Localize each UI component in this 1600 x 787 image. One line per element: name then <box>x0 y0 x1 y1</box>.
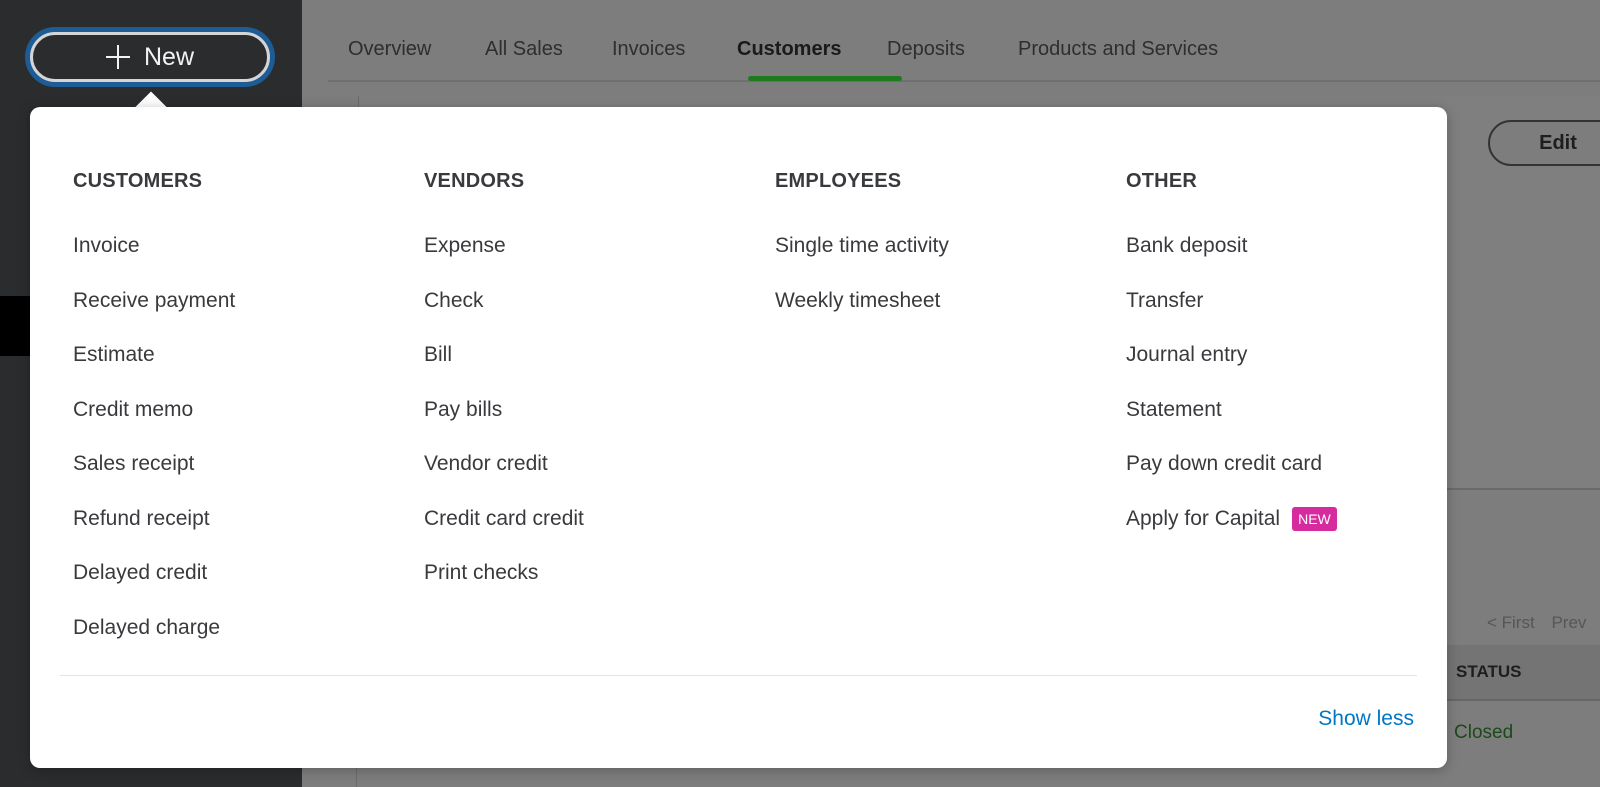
tab-deposits[interactable]: Deposits <box>887 38 965 61</box>
pager-first-link[interactable]: < First <box>1487 613 1535 632</box>
tab-overview[interactable]: Overview <box>348 38 431 61</box>
menu-column-other: OTHER Bank deposit Transfer Journal entr… <box>1126 165 1456 546</box>
menu-item-print-checks[interactable]: Print checks <box>424 546 754 601</box>
status-cell: Closed <box>1454 722 1514 743</box>
menu-column-employees: EMPLOYEES Single time activity Weekly ti… <box>775 165 1105 328</box>
menu-divider <box>60 675 1417 676</box>
menu-item-bill[interactable]: Bill <box>424 328 754 383</box>
menu-item-pay-down-credit-card[interactable]: Pay down credit card <box>1126 437 1456 492</box>
tab-products-and-services[interactable]: Products and Services <box>1018 38 1218 61</box>
menu-item-sales-receipt[interactable]: Sales receipt <box>73 437 403 492</box>
tab-bar: Overview All Sales Invoices Customers De… <box>328 0 1600 82</box>
active-tab-indicator <box>748 76 902 81</box>
menu-item-delayed-credit[interactable]: Delayed credit <box>73 546 403 601</box>
menu-column-customers: CUSTOMERS Invoice Receive payment Estima… <box>73 165 403 655</box>
new-menu: CUSTOMERS Invoice Receive payment Estima… <box>30 107 1447 768</box>
new-badge: NEW <box>1292 506 1337 531</box>
menu-item-credit-card-credit[interactable]: Credit card credit <box>424 492 754 547</box>
edit-button[interactable]: Edit <box>1488 120 1600 166</box>
plus-icon <box>105 45 130 69</box>
tab-all-sales[interactable]: All Sales <box>485 38 563 61</box>
menu-item-expense[interactable]: Expense <box>424 219 754 274</box>
menu-item-pay-bills[interactable]: Pay bills <box>424 383 754 438</box>
menu-item-check[interactable]: Check <box>424 274 754 329</box>
pager: < First Prev <box>1487 613 1598 633</box>
menu-item-receive-payment[interactable]: Receive payment <box>73 274 403 329</box>
menu-item-weekly-timesheet[interactable]: Weekly timesheet <box>775 274 1105 329</box>
menu-item-credit-memo[interactable]: Credit memo <box>73 383 403 438</box>
menu-heading-employees: EMPLOYEES <box>775 170 902 192</box>
menu-column-vendors: VENDORS Expense Check Bill Pay bills Ven… <box>424 165 754 601</box>
nav-selected-indicator <box>0 296 30 356</box>
new-button[interactable]: New <box>30 32 270 82</box>
table-header: STATUS <box>1428 645 1600 701</box>
tab-invoices[interactable]: Invoices <box>612 38 685 61</box>
menu-item-single-time-activity[interactable]: Single time activity <box>775 219 1105 274</box>
new-button-label: New <box>143 42 194 71</box>
menu-heading-customers: CUSTOMERS <box>73 170 203 192</box>
menu-heading-vendors: VENDORS <box>424 170 525 192</box>
menu-item-delayed-charge[interactable]: Delayed charge <box>73 601 403 656</box>
menu-item-vendor-credit[interactable]: Vendor credit <box>424 437 754 492</box>
menu-item-transfer[interactable]: Transfer <box>1126 274 1456 329</box>
menu-heading-other: OTHER <box>1126 170 1197 192</box>
menu-item-journal-entry[interactable]: Journal entry <box>1126 328 1456 383</box>
menu-item-refund-receipt[interactable]: Refund receipt <box>73 492 403 547</box>
menu-item-statement[interactable]: Statement <box>1126 383 1456 438</box>
menu-item-estimate[interactable]: Estimate <box>73 328 403 383</box>
menu-item-apply-for-capital[interactable]: Apply for Capital NEW <box>1126 492 1456 547</box>
apply-for-capital-label: Apply for Capital <box>1126 506 1281 530</box>
status-column-header[interactable]: STATUS <box>1456 662 1521 682</box>
pager-prev-link[interactable]: Prev <box>1551 613 1586 632</box>
menu-item-bank-deposit[interactable]: Bank deposit <box>1126 219 1456 274</box>
menu-item-invoice[interactable]: Invoice <box>73 219 403 274</box>
tab-customers[interactable]: Customers <box>737 38 841 61</box>
show-less-link[interactable]: Show less <box>1318 707 1414 731</box>
